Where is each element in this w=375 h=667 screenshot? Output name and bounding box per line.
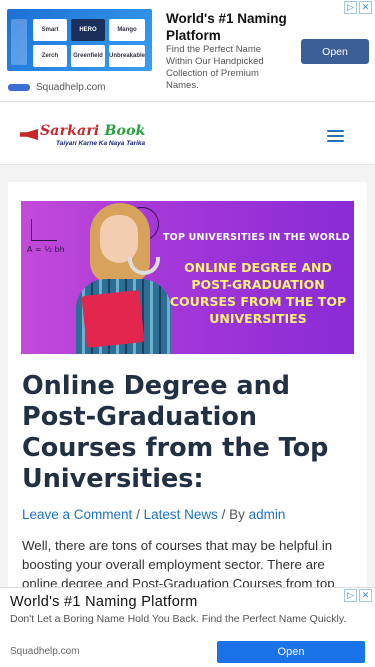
formula-doodle: A = ½ bh (27, 245, 65, 254)
squadhelp-logo-icon (8, 84, 30, 91)
close-icon[interactable]: ✕ (359, 1, 372, 14)
article-title: Online Degree and Post-Graduation Course… (22, 371, 329, 494)
meta-separator: / (132, 507, 144, 522)
logo-word-book: Book (104, 123, 146, 139)
article-meta: Leave a Comment / Latest News / By admin (22, 507, 285, 522)
ad-tile: Mango (108, 19, 145, 41)
ad-tile: Zerch (33, 45, 67, 67)
bottom-ad-open-button[interactable]: Open (217, 641, 365, 663)
meta-by: / By (217, 507, 249, 522)
logo-wordmark: Sarkari Book (40, 123, 146, 139)
book-icon (81, 290, 145, 348)
menu-line (327, 140, 344, 142)
megaphone-icon (20, 129, 38, 140)
close-icon[interactable]: ✕ (359, 589, 372, 602)
bottom-ad-description: Don't Let a Boring Name Hold You Back. F… (10, 613, 347, 625)
ad-tile: Unbreakable (108, 45, 145, 67)
category-link[interactable]: Latest News (144, 507, 218, 522)
student-illustration (76, 201, 171, 354)
featured-image[interactable]: A = ½ bh TOP UNIVERSITIES IN THE WORLD O… (21, 201, 354, 354)
student-face (100, 215, 138, 263)
info-icon[interactable]: ▷ (344, 1, 357, 14)
ad-brand[interactable]: Squadhelp.com (8, 82, 106, 93)
logo-word-sarkari: Sarkari (40, 123, 105, 139)
ad-description: Find the Perfect Name Within Our Handpic… (166, 44, 264, 91)
ad-thumbnail-grid: Smart HERO Mango Zerch Greenfield Unbrea… (33, 19, 145, 67)
hero-main-text: ONLINE DEGREE AND POST-GRADUATION COURSE… (169, 260, 347, 326)
hero-top-text: TOP UNIVERSITIES IN THE WORLD (163, 232, 350, 243)
author-link[interactable]: admin (249, 507, 286, 522)
bottom-ad-banner[interactable]: World's #1 Naming Platform Don't Let a B… (0, 587, 375, 667)
bottom-ad-site[interactable]: Squadhelp.com (10, 646, 80, 657)
site-logo[interactable]: Sarkari Book Taiyari Karne Ka Naya Tarik… (20, 123, 146, 149)
ad-tile: HERO (70, 19, 105, 41)
bottom-ad-title[interactable]: World's #1 Naming Platform (10, 594, 198, 610)
site-header: Sarkari Book Taiyari Karne Ka Naya Tarik… (0, 103, 375, 165)
logo-tagline: Taiyari Karne Ka Naya Tarika (56, 140, 146, 147)
ad-open-button[interactable]: Open (301, 39, 369, 64)
leave-comment-link[interactable]: Leave a Comment (22, 507, 132, 522)
ad-thumbnail[interactable]: Smart HERO Mango Zerch Greenfield Unbrea… (7, 9, 152, 71)
ad-site-label: Squadhelp.com (36, 82, 106, 93)
ad-thumbnail-sidebar (11, 19, 27, 65)
info-icon[interactable]: ▷ (344, 589, 357, 602)
ad-tile: Smart (33, 19, 67, 41)
triangle-doodle-icon (31, 219, 57, 241)
article-card: A = ½ bh TOP UNIVERSITIES IN THE WORLD O… (8, 182, 367, 602)
menu-line (327, 135, 344, 137)
ad-tile: Greenfield (70, 45, 105, 67)
bottom-adchoices[interactable]: ▷ ✕ (344, 589, 372, 602)
hamburger-icon[interactable] (327, 130, 344, 142)
adchoices[interactable]: ▷ ✕ (344, 1, 372, 14)
menu-line (327, 130, 344, 132)
article-body: Well, there are tons of courses that may… (22, 538, 335, 591)
top-ad-banner[interactable]: Smart HERO Mango Zerch Greenfield Unbrea… (0, 0, 375, 102)
ad-title[interactable]: World's #1 Naming Platform (166, 10, 296, 44)
